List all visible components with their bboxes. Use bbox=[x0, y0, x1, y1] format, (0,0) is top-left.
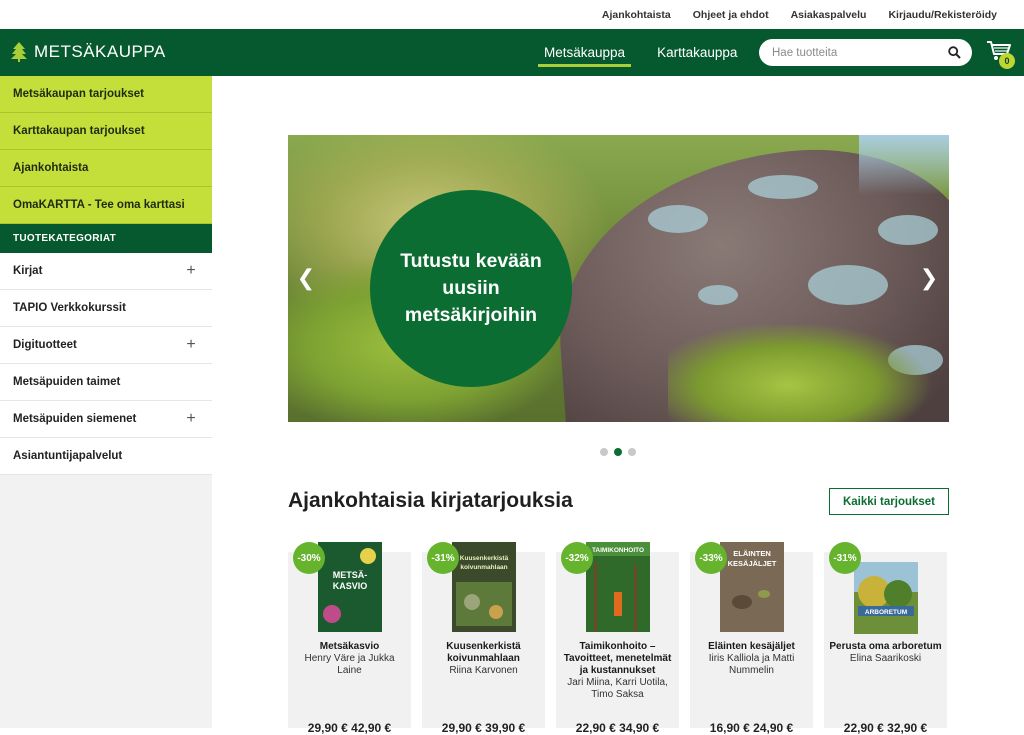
product-title: Kuusenkerkistä koivunmahlaan Riina Karvo… bbox=[426, 641, 541, 677]
book-cover-image: METSÄ- KASVIO bbox=[318, 542, 382, 632]
slider-prev-arrow-icon[interactable]: ❮ bbox=[297, 265, 315, 290]
book-cover-image: ARBORETUM bbox=[854, 562, 918, 634]
slider-dot-1[interactable] bbox=[600, 448, 608, 456]
product-author: Henry Väre ja Jukka Laine bbox=[304, 653, 395, 676]
topbar-link-terms[interactable]: Ohjeet ja ehdot bbox=[693, 9, 769, 21]
hero-sky bbox=[859, 135, 949, 195]
product-title: Perusta oma arboretum Elina Saarikoski bbox=[828, 641, 943, 665]
product-list: METSÄ- KASVIO -30% Metsäkasvio Henry Vär… bbox=[288, 542, 947, 735]
section-title: Ajankohtaisia kirjatarjouksia bbox=[288, 489, 573, 512]
product-title: Eläinten kesäjäljet Iiris Kalliola ja Ma… bbox=[694, 641, 809, 677]
category-asiantuntijapalvelut[interactable]: Asiantuntijapalvelut bbox=[0, 438, 212, 475]
sidebar-item-omakartta[interactable]: OmaKARTTA - Tee oma karttasi bbox=[0, 187, 212, 224]
product-author: Iiris Kalliola ja Matti Nummelin bbox=[708, 653, 795, 676]
product-price: 29,90 € 42,90 € bbox=[307, 721, 392, 735]
category-kirjat[interactable]: Kirjat + bbox=[0, 253, 212, 290]
hero-lichen bbox=[878, 215, 938, 245]
product-author: Elina Saarikoski bbox=[849, 653, 922, 664]
product-author: Riina Karvonen bbox=[449, 665, 518, 676]
nav-metsakauppa[interactable]: Metsäkauppa bbox=[538, 29, 632, 76]
category-label: Asiantuntijapalvelut bbox=[13, 450, 123, 462]
categories-header: TUOTEKATEGORIAT bbox=[0, 224, 212, 253]
product-price: 29,90 € 39,90 € bbox=[441, 721, 526, 735]
hero-text-circle: Tutustu kevään uusiin metsäkirjoihin bbox=[370, 190, 572, 387]
slider-dots bbox=[600, 448, 636, 456]
discount-badge: -32% bbox=[561, 542, 593, 574]
discount-badge: -31% bbox=[427, 542, 459, 574]
discount-badge: -30% bbox=[293, 542, 325, 574]
sidebar-item-karttakaupan-tarjoukset[interactable]: Karttakaupan tarjoukset bbox=[0, 113, 212, 150]
product-card[interactable]: ELÄINTEN KESÄJÄLJET -33% Eläinten kesäjä… bbox=[690, 542, 813, 735]
hero-moss-right bbox=[668, 325, 949, 422]
top-utility-bar: Ajankohtaista Ohjeet ja ehdot Asiakaspal… bbox=[0, 0, 1024, 29]
search-input[interactable] bbox=[772, 46, 942, 59]
hero-lichen bbox=[648, 205, 708, 233]
tree-logo-icon bbox=[11, 42, 27, 62]
discount-badge: -33% bbox=[695, 542, 727, 574]
svg-text:koivunmahlaan: koivunmahlaan bbox=[460, 564, 507, 571]
product-title-text: Eläinten kesäjäljet bbox=[708, 641, 795, 652]
svg-text:ELÄINTEN: ELÄINTEN bbox=[733, 549, 771, 558]
product-title: Taimikonhoito – Tavoitteet, menetelmät j… bbox=[560, 641, 675, 701]
svg-text:KASVIO: KASVIO bbox=[333, 581, 368, 591]
all-offers-button[interactable]: Kaikki tarjoukset bbox=[829, 488, 949, 515]
slider-dot-3[interactable] bbox=[628, 448, 636, 456]
hero-lichen bbox=[698, 285, 738, 305]
sidebar-item-metsakaupan-tarjoukset[interactable]: Metsäkaupan tarjoukset bbox=[0, 76, 212, 113]
category-metsapuiden-taimet[interactable]: Metsäpuiden taimet bbox=[0, 364, 212, 401]
product-title: Metsäkasvio Henry Väre ja Jukka Laine bbox=[292, 641, 407, 677]
sidebar-item-ajankohtaista[interactable]: Ajankohtaista bbox=[0, 150, 212, 187]
hero-lichen bbox=[808, 265, 888, 305]
topbar-link-customer-service[interactable]: Asiakaspalvelu bbox=[791, 9, 867, 21]
slider-dot-2[interactable] bbox=[614, 448, 622, 456]
discount-badge: -31% bbox=[829, 542, 861, 574]
site-logo[interactable]: METSÄKAUPPA bbox=[11, 42, 166, 62]
category-tapio-verkkokurssit[interactable]: TAPIO Verkkokurssit bbox=[0, 290, 212, 327]
cart-count-badge: 0 bbox=[999, 53, 1015, 69]
product-price: 22,90 € 34,90 € bbox=[575, 721, 660, 735]
svg-text:TAIMIKONHOITO: TAIMIKONHOITO bbox=[592, 547, 644, 554]
search-icon[interactable] bbox=[948, 46, 961, 59]
cart-button[interactable]: 0 bbox=[986, 40, 1016, 69]
product-title-text: Metsäkasvio bbox=[319, 641, 380, 652]
product-card[interactable]: TAIMIKONHOITO -32% Taimikonhoito – Tavoi… bbox=[556, 542, 679, 735]
category-metsapuiden-siemenet[interactable]: Metsäpuiden siemenet + bbox=[0, 401, 212, 438]
product-title-text: Perusta oma arboretum bbox=[829, 641, 942, 652]
logo-text: METSÄKAUPPA bbox=[34, 42, 166, 61]
sidebar: Metsäkaupan tarjoukset Karttakaupan tarj… bbox=[0, 76, 212, 728]
svg-text:ARBORETUM: ARBORETUM bbox=[865, 609, 907, 616]
product-price: 22,90 € 32,90 € bbox=[843, 721, 928, 735]
category-label: Metsäpuiden siemenet bbox=[13, 413, 137, 425]
hero-lichen bbox=[748, 175, 818, 199]
category-label: Metsäpuiden taimet bbox=[13, 376, 121, 388]
expand-plus-icon[interactable]: + bbox=[170, 401, 212, 437]
svg-text:METSÄ-: METSÄ- bbox=[333, 570, 368, 580]
hero-slider[interactable]: Tutustu kevään uusiin metsäkirjoihin ❮ ❯ bbox=[288, 135, 949, 422]
product-card[interactable]: ARBORETUM -31% Perusta oma arboretum Eli… bbox=[824, 542, 947, 735]
nav-karttakauppa[interactable]: Karttakauppa bbox=[651, 29, 743, 76]
search-box bbox=[759, 39, 972, 66]
book-cover-image: ELÄINTEN KESÄJÄLJET bbox=[720, 542, 784, 632]
expand-plus-icon[interactable]: + bbox=[170, 327, 212, 363]
slider-next-arrow-icon[interactable]: ❯ bbox=[920, 265, 938, 290]
product-title-text: Taimikonhoito – Tavoitteet, menetelmät j… bbox=[563, 641, 672, 676]
category-label: Kirjat bbox=[13, 265, 43, 277]
product-title-text: Kuusenkerkistä koivunmahlaan bbox=[446, 641, 521, 664]
main-nav: Metsäkauppa Karttakauppa bbox=[538, 29, 763, 76]
svg-text:KESÄJÄLJET: KESÄJÄLJET bbox=[728, 559, 777, 568]
category-label: Digituotteet bbox=[13, 339, 77, 351]
category-digituotteet[interactable]: Digituotteet + bbox=[0, 327, 212, 364]
main-header: METSÄKAUPPA Metsäkauppa Karttakauppa 0 bbox=[0, 29, 1024, 76]
category-label: TAPIO Verkkokurssit bbox=[13, 302, 126, 314]
product-price: 16,90 € 24,90 € bbox=[709, 721, 794, 735]
topbar-link-login[interactable]: Kirjaudu/Rekisteröidy bbox=[888, 9, 997, 21]
expand-plus-icon[interactable]: + bbox=[170, 253, 212, 289]
product-author: Jari Miina, Karri Uotila, Timo Saksa bbox=[567, 677, 668, 700]
book-cover-image: TAIMIKONHOITO bbox=[586, 542, 650, 632]
book-cover-image: Kuusenkerkistä koivunmahlaan bbox=[452, 542, 516, 632]
topbar-link-news[interactable]: Ajankohtaista bbox=[602, 9, 671, 21]
product-card[interactable]: METSÄ- KASVIO -30% Metsäkasvio Henry Vär… bbox=[288, 542, 411, 735]
svg-text:Kuusenkerkistä: Kuusenkerkistä bbox=[460, 555, 509, 562]
product-card[interactable]: Kuusenkerkistä koivunmahlaan -31% Kuusen… bbox=[422, 542, 545, 735]
